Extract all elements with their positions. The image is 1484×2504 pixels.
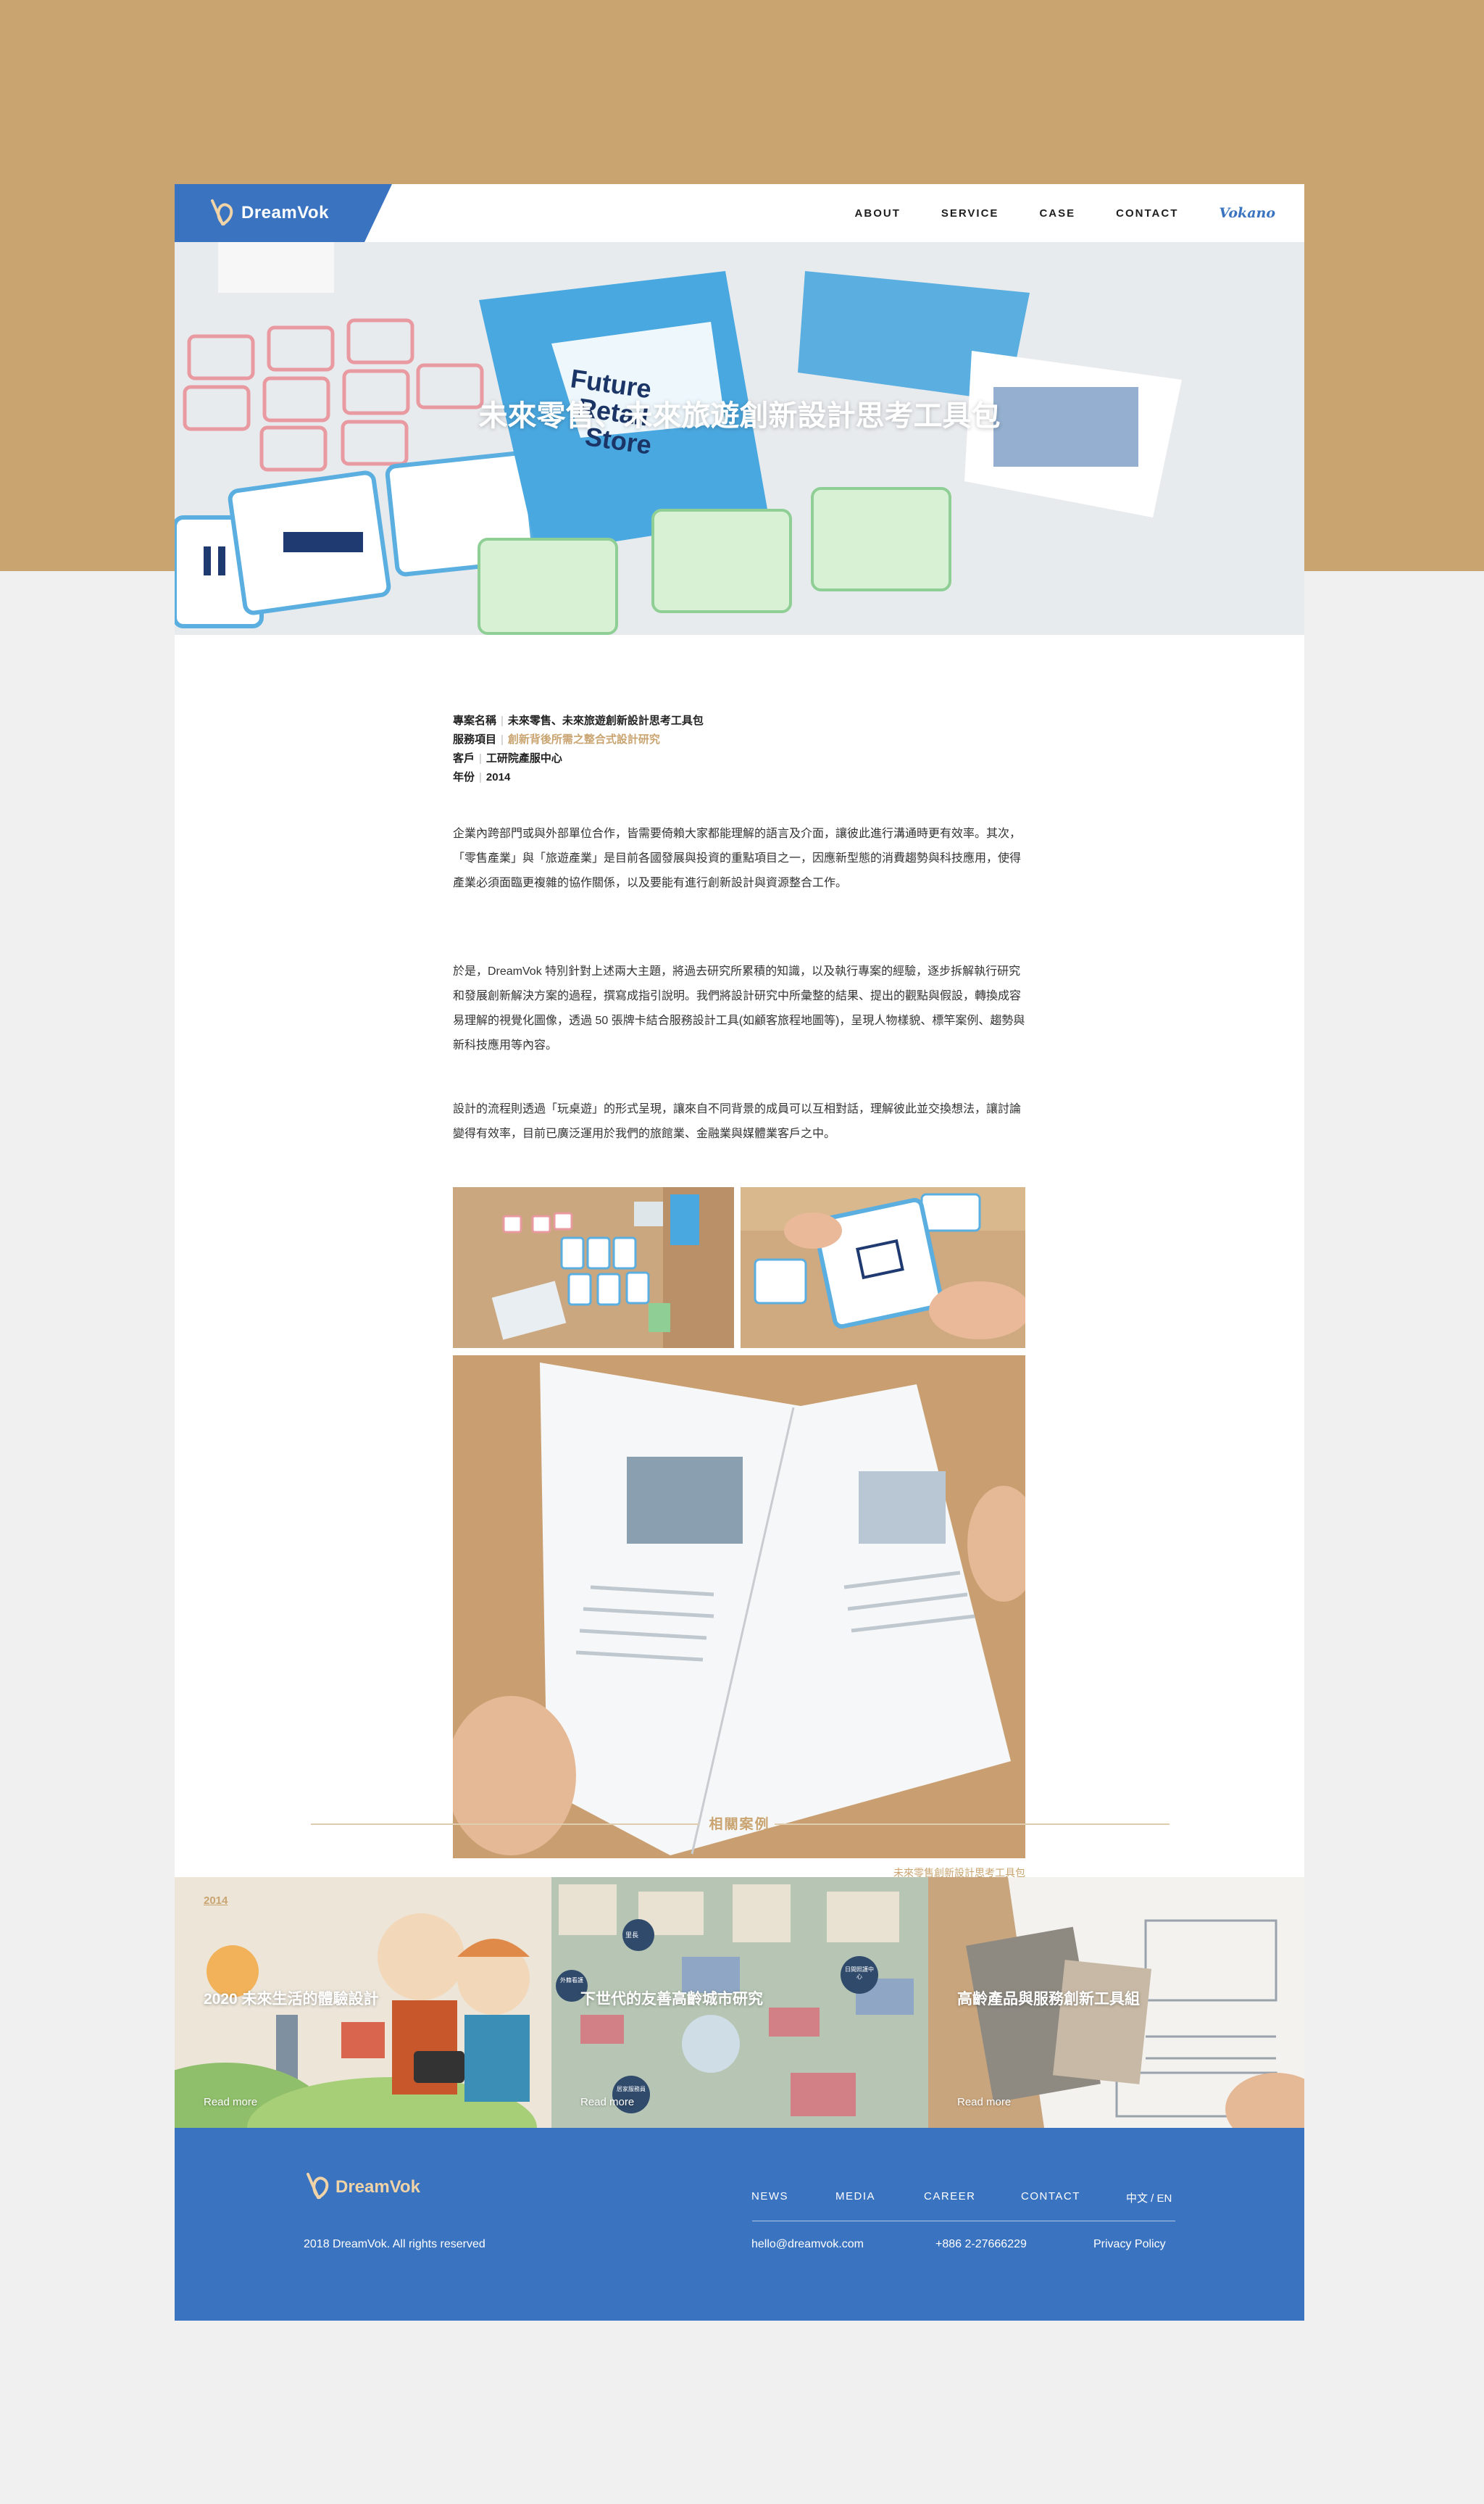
nav-about[interactable]: ABOUT [855, 207, 901, 220]
meta-year: 年份 | 2014 [453, 771, 511, 783]
nav-contact[interactable]: CONTACT [1116, 207, 1178, 220]
footer-language-switch[interactable]: 中文 / EN [1126, 2190, 1172, 2205]
related-card-2-read-more[interactable]: Read more [580, 2096, 634, 2108]
body-paragraph-2: 於是，DreamVok 特別針對上述兩大主題，將過去研究所累積的知識，以及執行專… [453, 965, 1025, 1052]
map-label-4: 居家服務員 [617, 2086, 646, 2092]
nav-vokano[interactable]: Vokano [1219, 205, 1275, 221]
hero-image: Future Retail Store [175, 242, 1304, 635]
logo-icon [211, 199, 233, 226]
related-card-1[interactable]: 2014 2020 未來生活的體驗設計 Read more [175, 1877, 551, 2128]
hero-banner: Future Retail Store 未來零售、未來旅遊創新設計思考工具包 [175, 242, 1304, 635]
map-label-3: 日間照護中心 [845, 1966, 874, 1980]
footer-nav-contact[interactable]: CONTACT [1021, 2190, 1080, 2203]
site-header: DreamVok ABOUT SERVICE CASE CONTACT Voka… [175, 184, 1304, 242]
main-nav: ABOUT SERVICE CASE CONTACT Vokano [855, 184, 1275, 242]
site-footer: DreamVok NEWS MEDIA CAREER CONTACT 中文 / … [175, 2128, 1304, 2321]
page-container: DreamVok ABOUT SERVICE CASE CONTACT Voka… [175, 184, 1304, 2321]
nav-case[interactable]: CASE [1039, 207, 1075, 220]
hero-title: 未來零售、未來旅遊創新設計思考工具包 [478, 400, 1001, 432]
body-paragraph-3: 設計的流程則透過「玩桌遊」的形式呈現，讓來自不同背景的成員可以互相對話，理解彼此… [453, 1103, 1022, 1140]
body-paragraph-1: 企業內跨部門或與外部單位合作，皆需要倚賴大家都能理解的語言及介面，讓彼此進行溝通… [453, 828, 1022, 889]
photo-cards-table [453, 1187, 734, 1348]
footer-logo-text: DreamVok [335, 2177, 420, 2197]
footer-privacy-link[interactable]: Privacy Policy [1093, 2238, 1166, 2251]
related-title: 相關案例 [709, 1817, 770, 1832]
map-label-1: 里長 [625, 1931, 639, 1939]
related-card-3[interactable]: 高齡產品與服務創新工具組 Read more [928, 1877, 1304, 2128]
nav-service[interactable]: SERVICE [941, 207, 999, 220]
photo-hand-card [741, 1187, 1025, 1348]
photo-booklet [453, 1355, 1025, 1858]
related-card-3-read-more[interactable]: Read more [957, 2096, 1011, 2108]
footer-copyright: 2018 DreamVok. All rights reserved [304, 2238, 485, 2250]
footer-logo-icon [307, 2173, 329, 2200]
project-meta: 專案名稱 | 未來零售、未來旅遊創新設計思考工具包 服務項目 | 創新背後所需之整合式設… [453, 712, 1025, 787]
service-link[interactable]: 創新背後所需之整合式設計研究 [508, 733, 660, 746]
related-card-2[interactable]: 里長 外籍看護 日間照護中心 居家服務員 下世代的友善高齡城市研究 Read m… [551, 1877, 928, 2128]
meta-project: 專案名稱 | 未來零售、未來旅遊創新設計思考工具包 [453, 715, 704, 727]
footer-nav-media[interactable]: MEDIA [835, 2190, 875, 2203]
footer-nav-news[interactable]: NEWS [751, 2190, 788, 2203]
footer-logo[interactable]: DreamVok [304, 2171, 420, 2205]
footer-email-link[interactable]: hello@dreamvok.com [751, 2238, 864, 2251]
related-card-1-title: 2020 未來生活的體驗設計 [204, 1991, 379, 2008]
logo-text: DreamVok [241, 203, 329, 222]
footer-phone-link[interactable]: +886 2-27666229 [935, 2238, 1027, 2251]
footer-nav-career[interactable]: CAREER [924, 2190, 976, 2203]
meta-service: 服務項目 | 創新背後所需之整合式設計研究 [453, 733, 660, 746]
related-card-1-read-more[interactable]: Read more [204, 2096, 257, 2108]
related-card-2-title: 下世代的友善高齡城市研究 [580, 1991, 763, 2008]
logo-link[interactable]: DreamVok [175, 184, 392, 242]
related-card-3-title: 高齡產品與服務創新工具組 [957, 1991, 1140, 2008]
map-label-2: 外籍看護 [560, 1977, 583, 1984]
related-card-1-year: 2014 [204, 1894, 228, 1907]
meta-client: 客戶 | 工研院產服中心 [453, 752, 562, 765]
